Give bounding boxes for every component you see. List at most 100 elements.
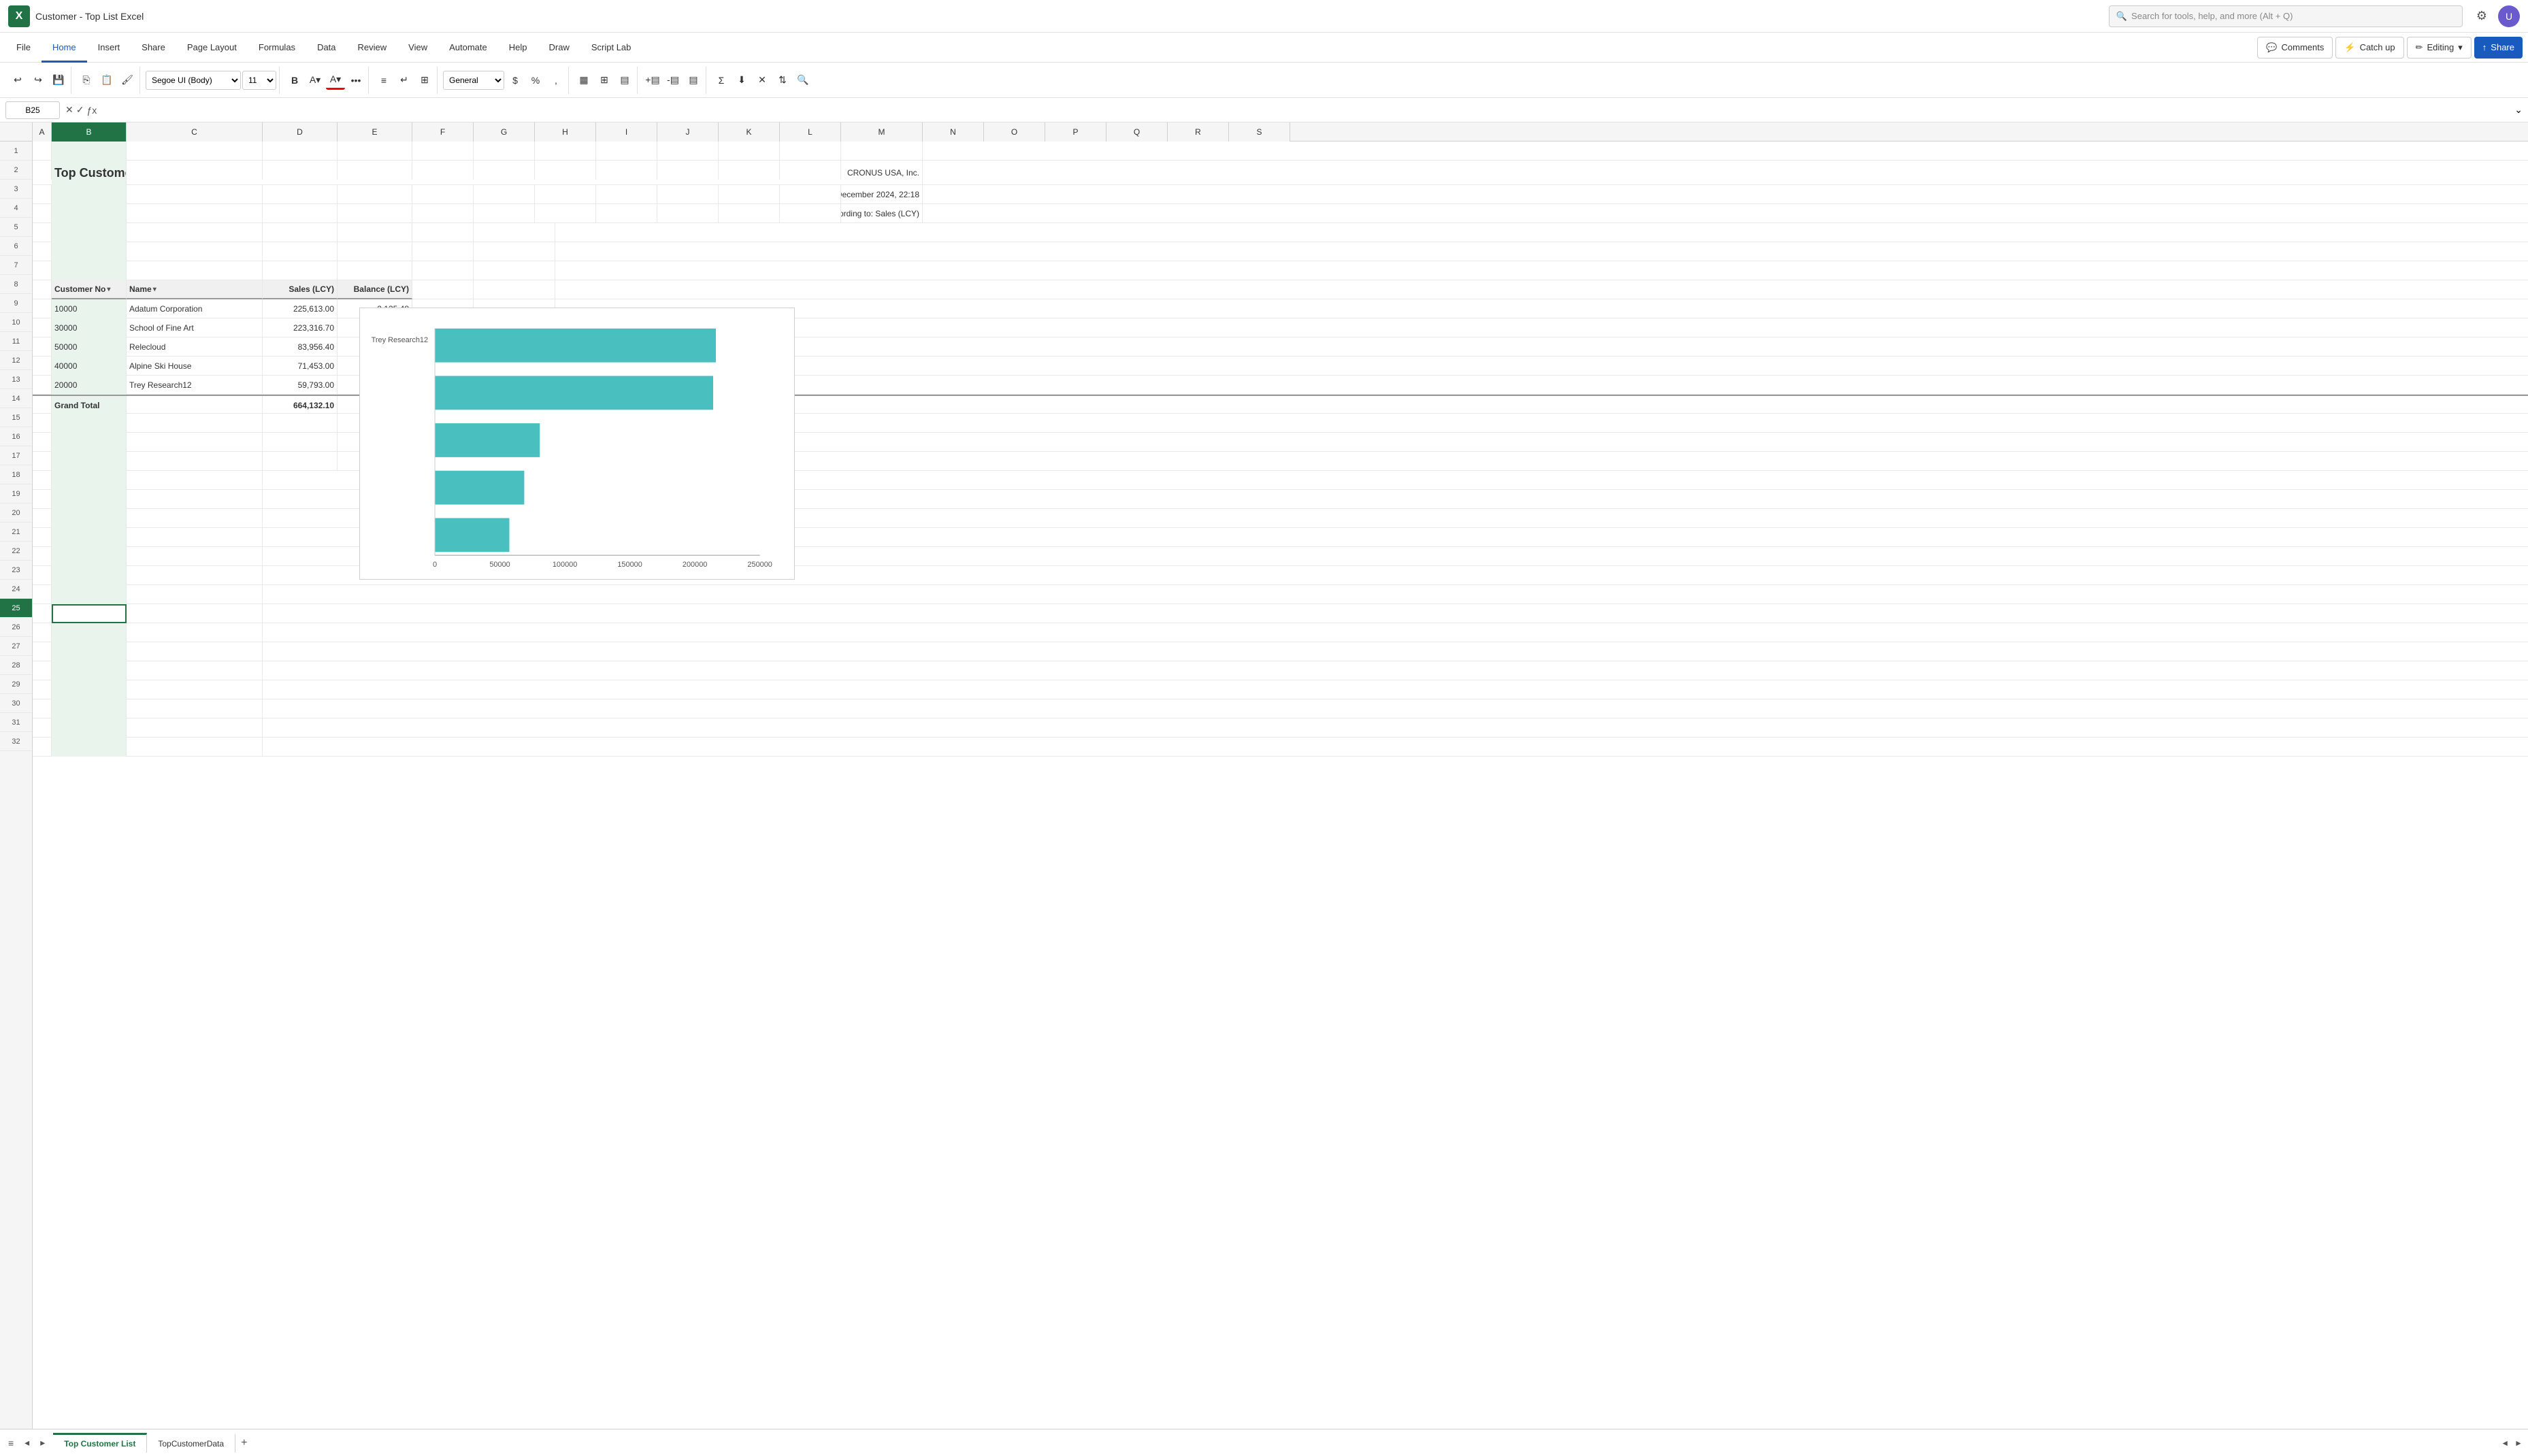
- cell-C14[interactable]: [127, 396, 263, 415]
- catchup-button[interactable]: ⚡ Catch up: [2335, 37, 2403, 59]
- row-num-16[interactable]: 16: [0, 427, 32, 446]
- col-header-J[interactable]: J: [657, 122, 719, 142]
- cell-C11-name[interactable]: Relecloud: [127, 337, 263, 357]
- tab-formulas[interactable]: Formulas: [248, 33, 306, 63]
- row-num-25[interactable]: 25: [0, 599, 32, 618]
- cell-D13-sales[interactable]: 59,793.00: [263, 376, 338, 395]
- cell-B3[interactable]: [52, 185, 127, 204]
- cell-C25[interactable]: [127, 604, 263, 623]
- editing-button[interactable]: ✏ Editing ▾: [2407, 37, 2472, 59]
- cancel-formula-icon[interactable]: ✕: [65, 104, 73, 116]
- col-header-I[interactable]: I: [596, 122, 657, 142]
- sheet-prev-button[interactable]: ≡: [5, 1435, 16, 1451]
- col-header-name[interactable]: Name ▾: [127, 280, 263, 299]
- cell-A32[interactable]: [33, 738, 52, 757]
- cell-B19[interactable]: [52, 490, 127, 509]
- cell-C18[interactable]: [127, 471, 263, 490]
- col-header-M[interactable]: M: [841, 122, 923, 142]
- font-color-button[interactable]: A▾: [326, 71, 345, 90]
- cell-I3[interactable]: [596, 185, 657, 204]
- cell-C21[interactable]: [127, 528, 263, 547]
- redo-button[interactable]: ↪: [29, 71, 48, 90]
- color-fill-button[interactable]: A▾: [306, 71, 325, 90]
- sheet-tab-top-customer-list[interactable]: Top Customer List: [53, 1433, 147, 1453]
- row-num-10[interactable]: 10: [0, 313, 32, 332]
- cell-B28[interactable]: [52, 661, 127, 680]
- copy-button[interactable]: ⎘: [77, 71, 96, 90]
- tab-home[interactable]: Home: [42, 33, 87, 63]
- cell-D7[interactable]: [263, 261, 338, 280]
- row-num-9[interactable]: 9: [0, 294, 32, 313]
- cell-C17[interactable]: [127, 452, 263, 471]
- scroll-left-icon[interactable]: ◄: [2501, 1438, 2509, 1448]
- row-num-32[interactable]: 32: [0, 732, 32, 751]
- cell-D10-sales[interactable]: 223,316.70: [263, 318, 338, 337]
- delete-cells-button[interactable]: -▤: [663, 71, 683, 90]
- cell-A25[interactable]: [33, 604, 52, 623]
- row-num-23[interactable]: 23: [0, 561, 32, 580]
- cell-E7[interactable]: [338, 261, 412, 280]
- row-num-15[interactable]: 15: [0, 408, 32, 427]
- clear-button[interactable]: ✕: [753, 71, 772, 90]
- cell-D2[interactable]: [263, 161, 338, 180]
- cell-C2[interactable]: [127, 161, 263, 180]
- col-header-P[interactable]: P: [1045, 122, 1106, 142]
- col-header-G[interactable]: G: [474, 122, 535, 142]
- format-painter-button[interactable]: 🖌: [118, 71, 137, 90]
- cell-C9-name[interactable]: Adatum Corporation: [127, 299, 263, 318]
- cell-K1[interactable]: [719, 142, 780, 161]
- insert-cells-button[interactable]: +▤: [643, 71, 662, 90]
- cell-B20[interactable]: [52, 509, 127, 528]
- row-num-12[interactable]: 12: [0, 351, 32, 370]
- number-format-select[interactable]: General: [443, 71, 504, 90]
- cell-B13-no[interactable]: 20000: [52, 376, 127, 395]
- cell-H4[interactable]: [535, 204, 596, 223]
- row-num-24[interactable]: 24: [0, 580, 32, 599]
- row-num-2[interactable]: 2: [0, 161, 32, 180]
- col-header-R[interactable]: R: [1168, 122, 1229, 142]
- row-num-22[interactable]: 22: [0, 542, 32, 561]
- cell-H2[interactable]: [535, 161, 596, 180]
- cell-G4[interactable]: [474, 204, 535, 223]
- row-num-3[interactable]: 3: [0, 180, 32, 199]
- row-num-8[interactable]: 8: [0, 275, 32, 294]
- conditional-format-button[interactable]: ▦: [574, 71, 593, 90]
- col-header-customer-no[interactable]: Customer No ▾: [52, 280, 127, 299]
- sum-button[interactable]: Σ: [712, 71, 731, 90]
- bold-button[interactable]: B: [285, 71, 304, 90]
- tab-script-lab[interactable]: Script Lab: [580, 33, 642, 63]
- cell-D12-sales[interactable]: 71,453.00: [263, 357, 338, 376]
- font-size-select[interactable]: 11: [242, 71, 276, 90]
- cell-B1[interactable]: [52, 142, 127, 161]
- cell-reference-input[interactable]: [5, 101, 60, 119]
- cell-D4[interactable]: [263, 204, 338, 223]
- cell-D9-sales[interactable]: 225,613.00: [263, 299, 338, 318]
- cell-C15[interactable]: [127, 414, 263, 433]
- cell-I1[interactable]: [596, 142, 657, 161]
- tab-insert[interactable]: Insert: [87, 33, 131, 63]
- cell-B5[interactable]: [52, 223, 127, 242]
- cell-F1[interactable]: [412, 142, 474, 161]
- cell-B14-label[interactable]: Grand Total: [52, 396, 127, 415]
- cell-M1[interactable]: [841, 142, 923, 161]
- row-num-21[interactable]: 21: [0, 523, 32, 542]
- cell-A19[interactable]: [33, 490, 52, 509]
- cell-A18[interactable]: [33, 471, 52, 490]
- find-button[interactable]: 🔍: [793, 71, 812, 90]
- cell-A28[interactable]: [33, 661, 52, 680]
- cell-A10[interactable]: [33, 318, 52, 337]
- cell-F8[interactable]: [412, 280, 474, 299]
- tab-file[interactable]: File: [5, 33, 42, 63]
- cell-C30[interactable]: [127, 699, 263, 718]
- cell-F4[interactable]: [412, 204, 474, 223]
- cell-E5[interactable]: [338, 223, 412, 242]
- cell-A3[interactable]: [33, 185, 52, 204]
- cell-C16[interactable]: [127, 433, 263, 452]
- cell-C27[interactable]: [127, 642, 263, 661]
- row-num-13[interactable]: 13: [0, 370, 32, 389]
- avatar[interactable]: U: [2498, 5, 2520, 27]
- cell-C19[interactable]: [127, 490, 263, 509]
- paste-button[interactable]: 📋: [97, 71, 116, 90]
- col-header-B[interactable]: B: [52, 122, 127, 142]
- tab-automate[interactable]: Automate: [438, 33, 498, 63]
